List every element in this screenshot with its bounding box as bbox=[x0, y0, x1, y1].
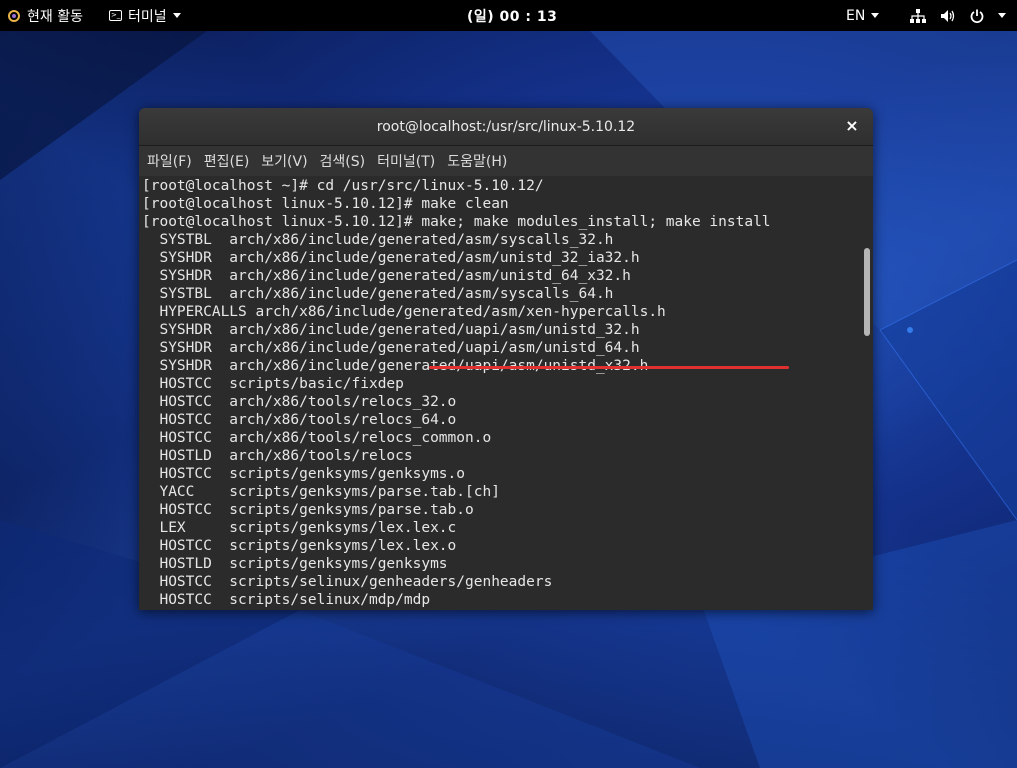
power-icon bbox=[970, 9, 984, 23]
terminal-line: HOSTCC scripts/selinux/genheaders/genhea… bbox=[142, 574, 553, 590]
scrollbar[interactable] bbox=[864, 248, 870, 336]
language-menu[interactable]: EN bbox=[846, 0, 880, 31]
chevron-down-icon bbox=[998, 13, 1006, 18]
menu-view[interactable]: 보기(V) bbox=[261, 151, 307, 171]
terminal-line: HOSTCC scripts/genksyms/genksyms.o bbox=[142, 466, 466, 482]
menu-help[interactable]: 도움말(H) bbox=[447, 151, 507, 171]
network-icon bbox=[910, 8, 926, 23]
terminal-output[interactable]: [root@localhost ~]# cd /usr/src/linux-5.… bbox=[139, 176, 873, 610]
command-highlight-underline bbox=[429, 366, 789, 369]
top-bar: 현재 활동 >_ 터미널 (일) 00 : 13 EN bbox=[0, 0, 1017, 31]
terminal-line: SYSHDR arch/x86/include/generated/uapi/a… bbox=[142, 322, 640, 338]
terminal-line: HOSTCC scripts/selinux/mdp/mdp bbox=[142, 592, 431, 608]
terminal-line: SYSHDR arch/x86/include/generated/asm/un… bbox=[142, 250, 640, 266]
terminal-window[interactable]: root@localhost:/usr/src/linux-5.10.12 × … bbox=[139, 108, 873, 610]
volume-icon bbox=[941, 9, 955, 22]
terminal-line: SYSHDR arch/x86/include/generated/uapi/a… bbox=[142, 340, 640, 356]
terminal-line: HOSTCC scripts/basic/fixdep bbox=[142, 376, 404, 392]
system-menu[interactable] bbox=[910, 0, 1006, 31]
terminal-line: HOSTCC scripts/genksyms/lex.lex.o bbox=[142, 538, 457, 554]
terminal-icon: >_ bbox=[109, 10, 122, 21]
activities-label: 현재 활동 bbox=[27, 8, 83, 25]
terminal-line: HOSTCC arch/x86/tools/relocs_common.o bbox=[142, 430, 492, 446]
terminal-line: LEX scripts/genksyms/lex.lex.c bbox=[142, 520, 457, 536]
terminal-line: HOSTLD scripts/genksyms/genksyms bbox=[142, 556, 448, 572]
terminal-line: HYPERCALLS arch/x86/include/generated/as… bbox=[142, 304, 666, 320]
language-label: EN bbox=[846, 7, 866, 24]
menu-edit[interactable]: 편집(E) bbox=[204, 151, 250, 171]
terminal-line: HOSTLD arch/x86/tools/relocs bbox=[142, 448, 413, 464]
terminal-line: [root@localhost ~]# cd /usr/src/linux-5.… bbox=[142, 178, 544, 194]
chevron-down-icon bbox=[172, 13, 181, 18]
terminal-line: HOSTCC arch/x86/tools/relocs_64.o bbox=[142, 412, 457, 428]
menu-search[interactable]: 검색(S) bbox=[320, 151, 366, 171]
app-menu-label: 터미널 bbox=[128, 8, 167, 25]
window-title: root@localhost:/usr/src/linux-5.10.12 bbox=[376, 118, 636, 135]
terminal-line: SYSTBL arch/x86/include/generated/asm/sy… bbox=[142, 232, 614, 248]
clock[interactable]: (일) 00 : 13 bbox=[467, 0, 557, 31]
terminal-line: [root@localhost linux-5.10.12]# make cle… bbox=[142, 196, 509, 212]
menu-terminal[interactable]: 터미널(T) bbox=[377, 151, 435, 171]
terminal-line: YACC scripts/genksyms/parse.tab.[ch] bbox=[142, 484, 500, 500]
activities-icon bbox=[8, 9, 20, 22]
activities-button[interactable]: 현재 활동 bbox=[7, 0, 83, 31]
chevron-down-icon bbox=[871, 13, 880, 18]
menu-file[interactable]: 파일(F) bbox=[147, 151, 192, 171]
menu-bar: 파일(F) 편집(E) 보기(V) 검색(S) 터미널(T) 도움말(H) bbox=[139, 146, 873, 176]
terminal-line: SYSTBL arch/x86/include/generated/asm/sy… bbox=[142, 286, 614, 302]
close-button[interactable]: × bbox=[843, 117, 861, 135]
terminal-line: HOSTCC scripts/genksyms/parse.tab.o bbox=[142, 502, 474, 518]
terminal-line: [root@localhost linux-5.10.12]# make; ma… bbox=[142, 214, 771, 230]
terminal-line: HOSTCC arch/x86/tools/relocs_32.o bbox=[142, 394, 457, 410]
window-titlebar[interactable]: root@localhost:/usr/src/linux-5.10.12 × bbox=[139, 108, 873, 146]
terminal-line: SYSHDR arch/x86/include/generated/asm/un… bbox=[142, 268, 631, 284]
clock-label: (일) 00 : 13 bbox=[467, 8, 558, 25]
app-menu-button[interactable]: >_ 터미널 bbox=[109, 0, 181, 31]
terminal-lines: [root@localhost ~]# cd /usr/src/linux-5.… bbox=[142, 177, 771, 609]
